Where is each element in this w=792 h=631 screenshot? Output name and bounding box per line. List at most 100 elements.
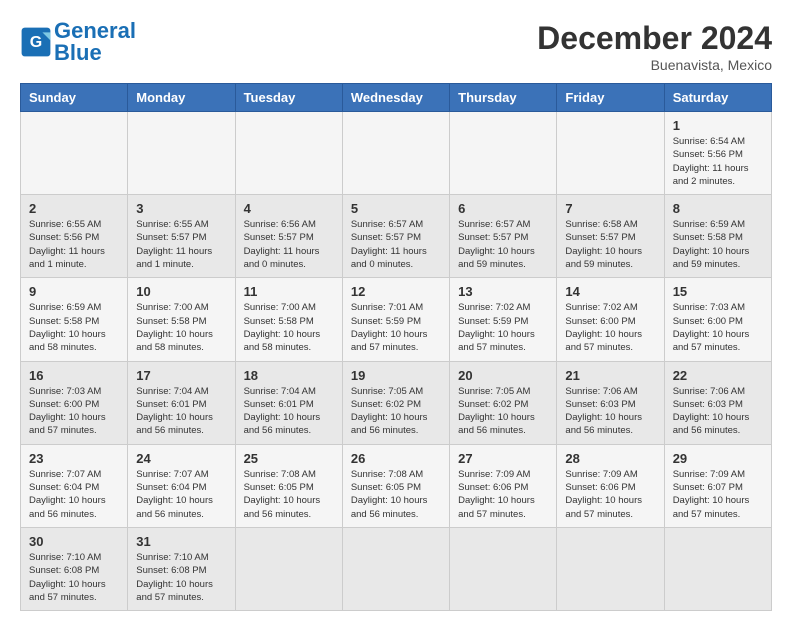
calendar-week-2: 2Sunrise: 6:55 AMSunset: 5:56 PMDaylight… — [21, 195, 772, 278]
calendar-cell: 7 Sunrise: 6:58 AMSunset: 5:57 PMDaylight… — [557, 195, 664, 278]
day-number: 30 — [29, 534, 119, 549]
calendar-table: SundayMondayTuesdayWednesdayThursdayFrid… — [20, 83, 772, 611]
calendar-week-4: 16Sunrise: 7:03 AMSunset: 6:00 PMDayligh… — [21, 361, 772, 444]
location-subtitle: Buenavista, Mexico — [537, 57, 772, 73]
calendar-cell: 22 Sunrise: 7:06 AMSunset: 6:03 PMDayligh… — [664, 361, 771, 444]
day-info: Sunrise: 6:58 AMSunset: 5:57 PMDaylight:… — [565, 218, 655, 271]
day-number: 23 — [29, 451, 119, 466]
day-number: 14 — [565, 284, 655, 299]
calendar-week-1: 1 Sunrise: 6:54 AMSunset: 5:56 PMDaylight… — [21, 112, 772, 195]
calendar-cell: 10 Sunrise: 7:00 AMSunset: 5:58 PMDayligh… — [128, 278, 235, 361]
calendar-week-6: 30 Sunrise: 7:10 AMSunset: 6:08 PMDayligh… — [21, 527, 772, 610]
day-info: Sunrise: 6:55 AMSunset: 5:56 PMDaylight:… — [29, 218, 119, 271]
day-info: Sunrise: 7:05 AMSunset: 6:02 PMDaylight:… — [351, 385, 441, 438]
day-info: Sunrise: 7:02 AMSunset: 5:59 PMDaylight:… — [458, 301, 548, 354]
calendar-cell: 24 Sunrise: 7:07 AMSunset: 6:04 PMDayligh… — [128, 444, 235, 527]
day-number: 22 — [673, 368, 763, 383]
calendar-week-3: 9 Sunrise: 6:59 AMSunset: 5:58 PMDaylight… — [21, 278, 772, 361]
day-number: 24 — [136, 451, 226, 466]
day-number: 12 — [351, 284, 441, 299]
day-info: Sunrise: 7:00 AMSunset: 5:58 PMDaylight:… — [244, 301, 334, 354]
header-saturday: Saturday — [664, 84, 771, 112]
day-info: Sunrise: 7:04 AMSunset: 6:01 PMDaylight:… — [244, 385, 334, 438]
calendar-cell: 30 Sunrise: 7:10 AMSunset: 6:08 PMDayligh… — [21, 527, 128, 610]
day-info: Sunrise: 7:10 AMSunset: 6:08 PMDaylight:… — [29, 551, 119, 604]
day-number: 25 — [244, 451, 334, 466]
day-number: 9 — [29, 284, 119, 299]
calendar-cell — [128, 112, 235, 195]
day-number: 6 — [458, 201, 548, 216]
day-info: Sunrise: 6:55 AMSunset: 5:57 PMDaylight:… — [136, 218, 226, 271]
month-title: December 2024 — [537, 20, 772, 57]
calendar-cell: 5Sunrise: 6:57 AMSunset: 5:57 PMDaylight… — [342, 195, 449, 278]
day-info: Sunrise: 7:07 AMSunset: 6:04 PMDaylight:… — [136, 468, 226, 521]
day-info: Sunrise: 7:00 AMSunset: 5:58 PMDaylight:… — [136, 301, 226, 354]
calendar-cell: 21 Sunrise: 7:06 AMSunset: 6:03 PMDayligh… — [557, 361, 664, 444]
calendar-cell: 16Sunrise: 7:03 AMSunset: 6:00 PMDayligh… — [21, 361, 128, 444]
day-info: Sunrise: 7:10 AMSunset: 6:08 PMDaylight:… — [136, 551, 226, 604]
day-info: Sunrise: 6:57 AMSunset: 5:57 PMDaylight:… — [351, 218, 441, 271]
calendar-cell: 19 Sunrise: 7:05 AMSunset: 6:02 PMDayligh… — [342, 361, 449, 444]
calendar-cell: 9 Sunrise: 6:59 AMSunset: 5:58 PMDaylight… — [21, 278, 128, 361]
calendar-cell: 11 Sunrise: 7:00 AMSunset: 5:58 PMDayligh… — [235, 278, 342, 361]
day-number: 10 — [136, 284, 226, 299]
calendar-cell — [21, 112, 128, 195]
day-number: 11 — [244, 284, 334, 299]
calendar-cell: 14Sunrise: 7:02 AMSunset: 6:00 PMDayligh… — [557, 278, 664, 361]
day-number: 15 — [673, 284, 763, 299]
day-info: Sunrise: 7:06 AMSunset: 6:03 PMDaylight:… — [565, 385, 655, 438]
calendar-cell — [450, 527, 557, 610]
header: G GeneralBlue December 2024 Buenavista, … — [20, 20, 772, 73]
day-number: 7 — [565, 201, 655, 216]
day-info: Sunrise: 6:59 AMSunset: 5:58 PMDaylight:… — [673, 218, 763, 271]
day-number: 29 — [673, 451, 763, 466]
calendar-cell: 28Sunrise: 7:09 AMSunset: 6:06 PMDayligh… — [557, 444, 664, 527]
calendar-cell — [450, 112, 557, 195]
calendar-cell — [342, 112, 449, 195]
calendar-cell: 6Sunrise: 6:57 AMSunset: 5:57 PMDaylight… — [450, 195, 557, 278]
day-number: 26 — [351, 451, 441, 466]
day-number: 4 — [244, 201, 334, 216]
calendar-cell: 18 Sunrise: 7:04 AMSunset: 6:01 PMDayligh… — [235, 361, 342, 444]
day-info: Sunrise: 6:59 AMSunset: 5:58 PMDaylight:… — [29, 301, 119, 354]
calendar-cell: 15 Sunrise: 7:03 AMSunset: 6:00 PMDayligh… — [664, 278, 771, 361]
day-info: Sunrise: 7:08 AMSunset: 6:05 PMDaylight:… — [351, 468, 441, 521]
calendar-week-5: 23 Sunrise: 7:07 AMSunset: 6:04 PMDayligh… — [21, 444, 772, 527]
svg-text:G: G — [30, 34, 42, 51]
calendar-cell — [342, 527, 449, 610]
header-tuesday: Tuesday — [235, 84, 342, 112]
calendar-cell: 3 Sunrise: 6:55 AMSunset: 5:57 PMDaylight… — [128, 195, 235, 278]
logo: G GeneralBlue — [20, 20, 136, 64]
calendar-cell: 31Sunrise: 7:10 AMSunset: 6:08 PMDayligh… — [128, 527, 235, 610]
day-info: Sunrise: 6:54 AMSunset: 5:56 PMDaylight:… — [673, 135, 763, 188]
day-number: 8 — [673, 201, 763, 216]
calendar-cell: 8 Sunrise: 6:59 AMSunset: 5:58 PMDaylight… — [664, 195, 771, 278]
day-number: 21 — [565, 368, 655, 383]
day-number: 1 — [673, 118, 763, 133]
header-monday: Monday — [128, 84, 235, 112]
header-sunday: Sunday — [21, 84, 128, 112]
day-number: 16 — [29, 368, 119, 383]
calendar-cell: 20Sunrise: 7:05 AMSunset: 6:02 PMDayligh… — [450, 361, 557, 444]
day-number: 18 — [244, 368, 334, 383]
calendar-cell: 17Sunrise: 7:04 AMSunset: 6:01 PMDayligh… — [128, 361, 235, 444]
day-number: 3 — [136, 201, 226, 216]
calendar-cell: 4Sunrise: 6:56 AMSunset: 5:57 PMDaylight… — [235, 195, 342, 278]
title-section: December 2024 Buenavista, Mexico — [537, 20, 772, 73]
calendar-cell — [557, 112, 664, 195]
day-info: Sunrise: 7:07 AMSunset: 6:04 PMDaylight:… — [29, 468, 119, 521]
logo-icon: G — [20, 26, 52, 58]
day-info: Sunrise: 7:06 AMSunset: 6:03 PMDaylight:… — [673, 385, 763, 438]
day-info: Sunrise: 7:08 AMSunset: 6:05 PMDaylight:… — [244, 468, 334, 521]
day-number: 20 — [458, 368, 548, 383]
header-wednesday: Wednesday — [342, 84, 449, 112]
calendar-header-row: SundayMondayTuesdayWednesdayThursdayFrid… — [21, 84, 772, 112]
calendar-cell: 13 Sunrise: 7:02 AMSunset: 5:59 PMDayligh… — [450, 278, 557, 361]
day-number: 13 — [458, 284, 548, 299]
header-friday: Friday — [557, 84, 664, 112]
calendar-cell: 27Sunrise: 7:09 AMSunset: 6:06 PMDayligh… — [450, 444, 557, 527]
day-info: Sunrise: 7:03 AMSunset: 6:00 PMDaylight:… — [673, 301, 763, 354]
day-number: 19 — [351, 368, 441, 383]
day-info: Sunrise: 7:09 AMSunset: 6:06 PMDaylight:… — [458, 468, 548, 521]
calendar-cell: 23 Sunrise: 7:07 AMSunset: 6:04 PMDayligh… — [21, 444, 128, 527]
